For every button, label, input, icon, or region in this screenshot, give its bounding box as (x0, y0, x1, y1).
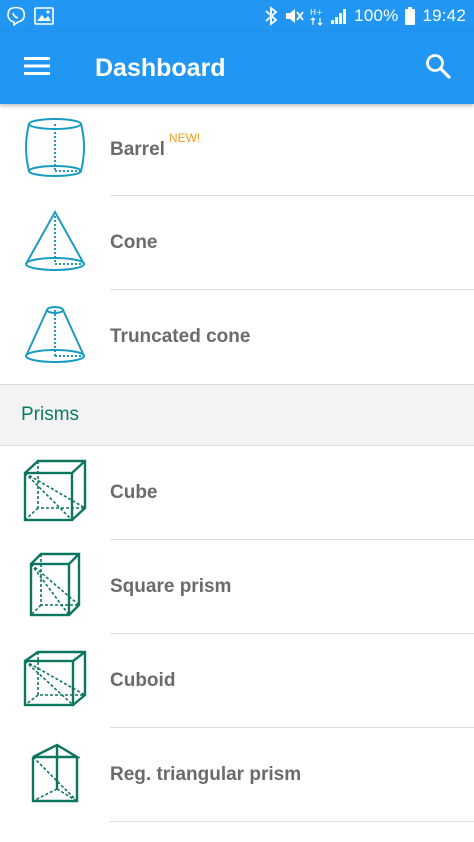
list-item-label: BarrelNEW! (110, 131, 201, 160)
new-badge: NEW! (168, 131, 201, 145)
list-item-label: Cone (110, 232, 158, 253)
list-item-cone[interactable]: Cone (0, 196, 474, 290)
menu-button[interactable] (0, 32, 74, 104)
list-item-label: Square prism (110, 576, 232, 597)
cuboid-shape-icon (22, 649, 88, 714)
status-bar: H+ 100% 19:42 (0, 0, 474, 32)
cone-shape-icon (22, 209, 88, 278)
mute-icon (284, 7, 304, 25)
section-header-prisms: Prisms (0, 384, 474, 446)
shape-list: BarrelNEW! Cone Truncated cone Prisms Cu… (0, 104, 474, 822)
gallery-icon (34, 7, 54, 25)
signal-icon (330, 7, 348, 25)
list-item-square-prism[interactable]: Square prism (0, 540, 474, 634)
triangular-prism-shape-icon (30, 742, 82, 809)
divider (110, 821, 474, 822)
hamburger-menu-icon (24, 56, 50, 81)
network-type-icon: H+ (310, 6, 324, 26)
list-item-barrel[interactable]: BarrelNEW! (0, 104, 474, 196)
battery-icon (404, 6, 416, 26)
battery-percentage: 100% (354, 6, 399, 25)
page-title: Dashboard (95, 53, 226, 82)
list-item-triangular-prism[interactable]: Reg. triangular prism (0, 728, 474, 822)
list-item-label: Cuboid (110, 670, 176, 691)
bluetooth-icon (264, 6, 278, 26)
list-item-label: Cube (110, 482, 158, 503)
viber-icon (6, 6, 26, 26)
search-button[interactable] (408, 32, 468, 104)
search-icon (425, 53, 451, 84)
clock: 19:42 (422, 6, 466, 25)
square-prism-shape-icon (27, 551, 83, 624)
cube-shape-icon (22, 458, 88, 529)
svg-text:H+: H+ (310, 8, 323, 17)
barrel-shape-icon (23, 117, 87, 184)
list-item-truncated-cone[interactable]: Truncated cone (0, 290, 474, 384)
list-item-label: Truncated cone (110, 326, 251, 347)
truncated-cone-shape-icon (22, 305, 88, 370)
list-item-cuboid[interactable]: Cuboid (0, 634, 474, 728)
list-item-label: Reg. triangular prism (110, 764, 302, 785)
app-bar: Dashboard (0, 32, 474, 104)
list-item-cube[interactable]: Cube (0, 446, 474, 540)
